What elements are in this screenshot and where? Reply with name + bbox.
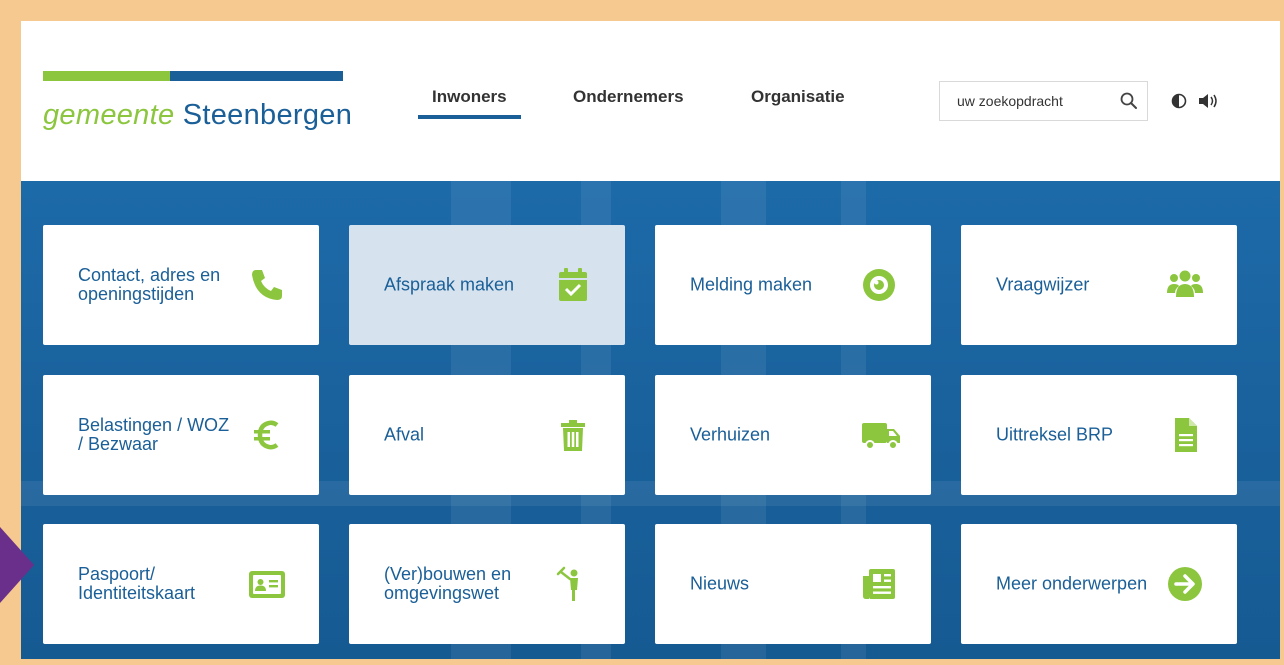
document-icon	[1175, 418, 1197, 452]
users-icon	[1167, 270, 1203, 297]
tile-label: Contact, adres en openingstijden	[78, 265, 221, 304]
logo-word-gemeente: gemeente	[43, 99, 175, 131]
tile-nieuws[interactable]: Nieuws	[655, 524, 931, 644]
arrow-right-circle-icon	[1168, 567, 1202, 601]
tile-afspraak[interactable]: Afspraak maken	[349, 225, 625, 345]
side-marker	[0, 527, 34, 603]
tile-label: Vraagwijzer	[996, 274, 1090, 295]
tile-label: Paspoort/ Identiteitskaart	[78, 564, 196, 603]
tile-label: Melding maken	[690, 274, 813, 295]
tile-label: Nieuws	[690, 573, 750, 594]
tile-paspoort[interactable]: Paspoort/ Identiteitskaart	[43, 524, 319, 644]
logo-word-steenbergen: Steenbergen	[182, 99, 353, 131]
speaker-icon[interactable]	[1197, 92, 1221, 110]
tile-label: Belastingen / WOZ / Bezwaar	[78, 415, 230, 454]
nav-ondernemers[interactable]: Ondernemers	[573, 87, 684, 119]
calendar-check-icon	[559, 268, 587, 301]
site-header: gemeente Steenbergen Inwoners Ondernemer…	[21, 21, 1280, 181]
logo-bar	[43, 71, 343, 81]
id-card-icon	[249, 571, 285, 598]
tile-label: Meer onderwerpen	[996, 573, 1148, 594]
tile-verbouwen[interactable]: (Ver)bouwen en omgevingswet	[349, 524, 625, 644]
tile-label: Verhuizen	[690, 424, 771, 445]
tile-melding[interactable]: Melding maken	[655, 225, 931, 345]
nav-organisatie[interactable]: Organisatie	[751, 87, 845, 119]
search-input[interactable]	[940, 82, 1127, 120]
trash-icon	[561, 420, 585, 451]
tile-vraagwijzer[interactable]: Vraagwijzer	[961, 225, 1237, 345]
tile-label: Afspraak maken	[384, 274, 515, 295]
builder-icon	[556, 566, 578, 601]
euro-icon	[254, 420, 279, 450]
tile-contact[interactable]: Contact, adres en openingstijden	[43, 225, 319, 345]
nav-inwoners[interactable]: Inwoners	[418, 87, 521, 119]
search-box	[939, 81, 1148, 121]
search-icon[interactable]	[1119, 91, 1139, 111]
tile-uittreksel[interactable]: Uittreksel BRP	[961, 375, 1237, 495]
eye-icon	[863, 269, 895, 301]
tile-label: (Ver)bouwen en omgevingswet	[384, 564, 512, 603]
contrast-icon[interactable]	[1171, 93, 1187, 109]
tile-meer-onderwerpen[interactable]: Meer onderwerpen	[961, 524, 1237, 644]
site-logo[interactable]: gemeente Steenbergen	[43, 71, 352, 132]
hero-tiles-area: Contact, adres en openingstijden Afspraa…	[21, 181, 1280, 659]
truck-icon	[862, 423, 900, 450]
phone-icon	[252, 270, 282, 300]
tile-afval[interactable]: Afval	[349, 375, 625, 495]
tile-label: Uittreksel BRP	[996, 424, 1114, 445]
page-frame: gemeente Steenbergen Inwoners Ondernemer…	[21, 21, 1280, 659]
tile-verhuizen[interactable]: Verhuizen	[655, 375, 931, 495]
tile-belastingen[interactable]: Belastingen / WOZ / Bezwaar	[43, 375, 319, 495]
tile-label: Afval	[384, 424, 425, 445]
newspaper-icon	[863, 569, 895, 599]
